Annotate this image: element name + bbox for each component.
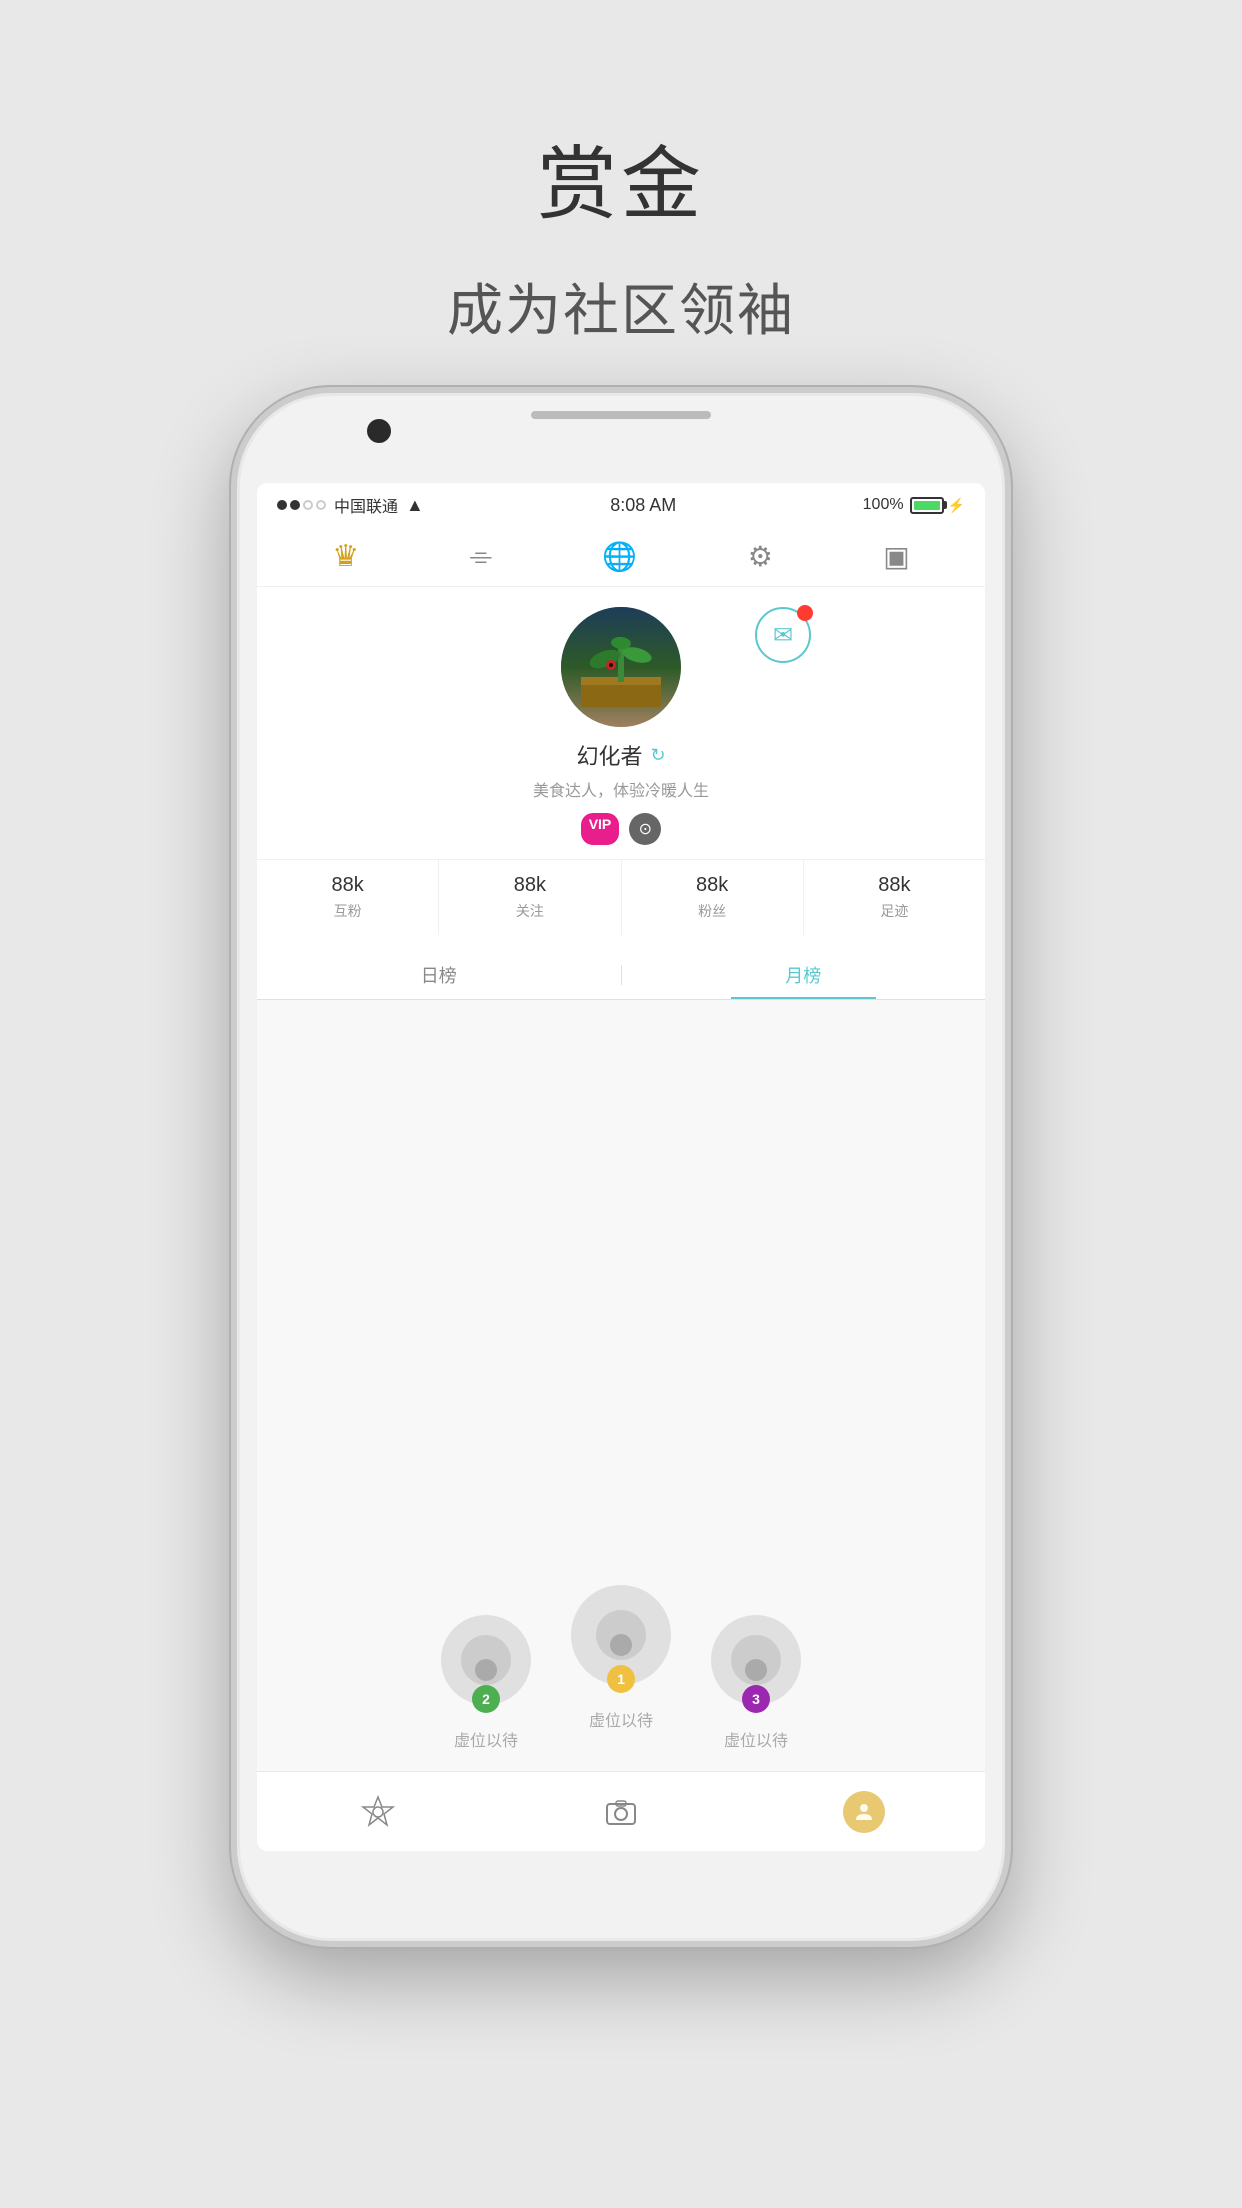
ranking-tab-bar: 日榜 月榜 <box>257 951 985 1000</box>
page-main-title: 赏金 <box>447 120 795 236</box>
rank-3-avatar: 3 <box>711 1615 801 1705</box>
stat-followers-number: 88k <box>696 874 728 897</box>
bag-icon[interactable]: ⌯ <box>470 540 492 573</box>
signal-dot-4 <box>316 500 326 510</box>
phone-screen: 中国联通 ▲ 8:08 AM 100% ⚡ ♛ ⌯ 🌐 ⚙ ▣ <box>257 483 985 1851</box>
battery-indicator: ⚡ <box>910 497 965 514</box>
bottom-nav-profile[interactable] <box>824 1791 904 1833</box>
page-background-text: 赏金 成为社区领袖 <box>447 120 795 347</box>
user-bio: 美食达人，体验冷暖人生 <box>533 777 709 801</box>
power-button <box>1009 733 1011 853</box>
volume-down-button <box>231 793 233 873</box>
status-bar: 中国联通 ▲ 8:08 AM 100% ⚡ <box>257 483 985 527</box>
signal-dot-3 <box>303 500 313 510</box>
stat-mutual-follow[interactable]: 88k 互粉 <box>257 860 439 935</box>
crown-icon[interactable]: ♛ <box>332 539 359 574</box>
user-silhouette-icon <box>852 1800 876 1824</box>
scan-icon[interactable]: ▣ <box>883 540 909 573</box>
phone-top-bar <box>531 411 711 419</box>
username-row: 幻化者 ↻ <box>576 739 665 771</box>
rank-2-silhouette-head <box>475 1659 497 1681</box>
user-avatar-icon <box>843 1791 885 1833</box>
signal-dot-1 <box>277 500 287 510</box>
badges-row: VIP ⊙ <box>581 813 662 845</box>
star-of-david-icon <box>360 1794 396 1830</box>
camera-icon <box>603 1794 639 1830</box>
rank-3-silhouette-head <box>745 1659 767 1681</box>
bottom-nav-home[interactable] <box>338 1794 418 1830</box>
leaderboard-section: 2 虚位以待 1 虚位以待 <box>257 1000 985 1771</box>
message-button[interactable]: ✉ <box>755 607 811 663</box>
stat-followers[interactable]: 88k 粉丝 <box>622 860 804 935</box>
rank-1-silhouette <box>596 1610 646 1660</box>
avatar-container: ✉ <box>561 607 681 727</box>
rank-2-name: 虚位以待 <box>454 1727 518 1751</box>
tab-monthly[interactable]: 月榜 <box>622 951 986 999</box>
wifi-icon: ▲ <box>406 495 424 516</box>
avatar[interactable] <box>561 607 681 727</box>
stat-mutual-label: 互粉 <box>334 901 362 921</box>
level-badge: ⊙ <box>629 813 661 845</box>
page-subtitle: 成为社区领袖 <box>447 266 795 347</box>
rank-1-name: 虚位以待 <box>589 1707 653 1731</box>
edit-profile-icon[interactable]: ↻ <box>650 745 665 766</box>
battery-icon <box>910 497 944 514</box>
rank-3-silhouette <box>731 1635 781 1685</box>
signal-dot-2 <box>290 500 300 510</box>
stats-row: 88k 互粉 88k 关注 88k 粉丝 88k 足迹 <box>257 859 985 935</box>
status-time: 8:08 AM <box>610 495 676 516</box>
battery-percent: 100% <box>863 496 904 514</box>
volume-up-button <box>231 693 233 773</box>
avatar-plant-bg <box>561 607 681 727</box>
rank-2-silhouette <box>461 1635 511 1685</box>
stat-following-label: 关注 <box>516 901 544 921</box>
rank-2-badge: 2 <box>472 1685 500 1713</box>
vip-badge: VIP <box>581 813 620 845</box>
rank-2-avatar: 2 <box>441 1615 531 1705</box>
phone-speaker <box>531 411 711 419</box>
settings-icon[interactable]: ⚙ <box>748 540 773 573</box>
username-text: 幻化者 <box>576 739 642 771</box>
top-nav-bar: ♛ ⌯ 🌐 ⚙ ▣ <box>257 527 985 587</box>
battery-fill <box>914 501 940 510</box>
stat-footprint-label: 足迹 <box>880 901 908 921</box>
rank-2-item[interactable]: 2 虚位以待 <box>441 1615 531 1751</box>
stat-following-number: 88k <box>514 874 546 897</box>
rank-3-name: 虚位以待 <box>724 1727 788 1751</box>
phone-shell: 中国联通 ▲ 8:08 AM 100% ⚡ ♛ ⌯ 🌐 ⚙ ▣ <box>231 387 1011 1947</box>
stat-footprint[interactable]: 88k 足迹 <box>804 860 985 935</box>
rank-1-item[interactable]: 1 虚位以待 <box>571 1585 671 1751</box>
rank-1-avatar: 1 <box>571 1585 671 1685</box>
rank-3-badge: 3 <box>742 1685 770 1713</box>
front-camera <box>367 419 391 443</box>
rank-1-silhouette-head <box>610 1634 632 1656</box>
profile-section: ✉ 幻化者 ↻ 美食达人，体验冷暖人生 VIP ⊙ 88k 互粉 <box>257 587 985 951</box>
rank-3-item[interactable]: 3 虚位以待 <box>711 1615 801 1751</box>
charging-icon: ⚡ <box>948 497 965 514</box>
stat-following[interactable]: 88k 关注 <box>439 860 621 935</box>
carrier-name: 中国联通 <box>334 493 398 517</box>
stat-followers-label: 粉丝 <box>698 901 726 921</box>
globe-icon[interactable]: 🌐 <box>602 540 637 573</box>
stat-mutual-number: 88k <box>332 874 364 897</box>
bottom-navigation <box>257 1771 985 1851</box>
bottom-nav-camera[interactable] <box>581 1794 661 1830</box>
tab-daily[interactable]: 日榜 <box>257 951 621 999</box>
signal-indicator <box>277 500 326 510</box>
status-left: 中国联通 ▲ <box>277 493 424 517</box>
plant-svg <box>581 627 661 707</box>
message-badge <box>797 605 813 621</box>
status-right: 100% ⚡ <box>863 496 965 514</box>
envelope-icon: ✉ <box>773 621 793 650</box>
stat-footprint-number: 88k <box>878 874 910 897</box>
rank-1-badge: 1 <box>607 1665 635 1693</box>
